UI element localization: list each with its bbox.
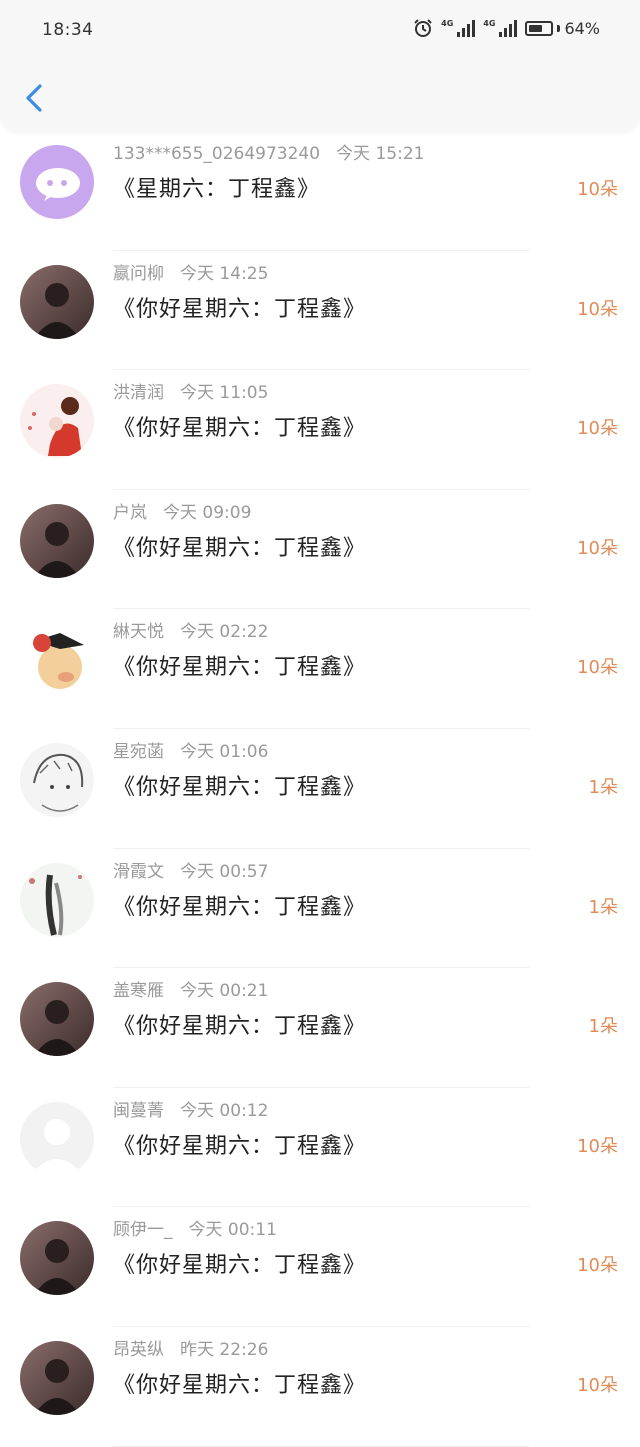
message-text: 《你好星期六：丁程鑫》 <box>113 1133 367 1159</box>
avatar[interactable] <box>20 145 94 219</box>
sender-name: 滑霞文 <box>113 861 164 882</box>
status-time: 18:34 <box>42 20 94 40</box>
flower-count: 10朵 <box>577 1374 618 1396</box>
flower-count: 10朵 <box>577 418 618 440</box>
list-item[interactable]: 顾伊一_ 今天 00:11 《你好星期六：丁程鑫》 10朵 <box>0 1207 640 1327</box>
message-text: 《你好星期六：丁程鑫》 <box>113 535 367 561</box>
sender-name: 133***655_0264973240 <box>113 144 321 164</box>
flower-count: 10朵 <box>577 179 618 200</box>
item-meta: 星宛菡 今天 01:06 <box>113 737 268 762</box>
sender-name: 盖寒雁 <box>113 981 164 1002</box>
avatar[interactable] <box>20 503 94 578</box>
item-meta: 滑霞文 今天 00:57 <box>113 857 268 882</box>
avatar[interactable] <box>20 1221 94 1296</box>
sender-name: 昂英纵 <box>113 1339 164 1360</box>
timestamp: 今天 15:21 <box>336 144 425 164</box>
list-item[interactable]: 洪清润 今天 11:05 《你好星期六：丁程鑫》 10朵 <box>0 370 640 490</box>
item-meta: 昂英纵 昨天 22:26 <box>113 1335 268 1360</box>
status-icons: 4G 4G 64% <box>413 18 600 38</box>
avatar[interactable] <box>20 742 94 817</box>
top-nav-bar <box>0 62 640 132</box>
message-text: 《星期六：丁程鑫》 <box>113 177 321 202</box>
list-item[interactable]: 133***655_0264973240 今天 15:21 《星期六：丁程鑫》 10朵 <box>0 131 640 251</box>
avatar[interactable] <box>20 264 94 339</box>
message-text: 《你好星期六：丁程鑫》 <box>113 774 367 800</box>
item-meta: 户岚 今天 09:09 <box>113 498 251 523</box>
network-type-2: 4G <box>483 18 496 28</box>
signal-icon: 4G <box>441 18 476 37</box>
flower-count: 10朵 <box>577 1135 618 1157</box>
avatar[interactable] <box>20 384 94 459</box>
list-item[interactable]: 星宛菡 今天 01:06 《你好星期六：丁程鑫》 1朵 <box>0 729 640 849</box>
flower-count: 10朵 <box>577 1255 618 1277</box>
timestamp: 今天 00:12 <box>180 1100 269 1121</box>
timestamp: 今天 01:06 <box>180 741 269 762</box>
divider <box>113 1445 530 1447</box>
timestamp: 今天 02:22 <box>180 622 269 643</box>
sender-name: 闽蔓菁 <box>113 1100 164 1121</box>
flower-count: 1朵 <box>588 896 618 918</box>
timestamp: 今天 00:57 <box>180 861 269 882</box>
sender-name: 洪清润 <box>113 383 164 404</box>
sender-name: 綝天悦 <box>113 622 164 643</box>
message-text: 《你好星期六：丁程鑫》 <box>113 894 367 920</box>
list-item[interactable]: 綝天悦 今天 02:22 《你好星期六：丁程鑫》 10朵 <box>0 609 640 729</box>
battery-indicator: 64% <box>525 19 600 38</box>
list-item[interactable]: 滑霞文 今天 00:57 《你好星期六：丁程鑫》 1朵 <box>0 849 640 969</box>
timestamp: 今天 00:21 <box>180 981 269 1002</box>
flower-count: 10朵 <box>577 298 618 320</box>
list-item[interactable]: 盖寒雁 今天 00:21 《你好星期六：丁程鑫》 1朵 <box>0 968 640 1088</box>
sender-name: 星宛菡 <box>113 741 164 762</box>
avatar[interactable] <box>20 1101 94 1176</box>
flower-count: 10朵 <box>577 657 618 679</box>
flower-count: 1朵 <box>588 776 618 798</box>
list-item[interactable]: 嬴问柳 今天 14:25 《你好星期六：丁程鑫》 10朵 <box>0 251 640 371</box>
sender-name: 嬴问柳 <box>113 263 164 284</box>
timestamp: 今天 11:05 <box>180 383 269 404</box>
signal-icon-2: 4G <box>483 18 518 37</box>
message-text: 《你好星期六：丁程鑫》 <box>113 1253 367 1279</box>
timestamp: 今天 00:11 <box>188 1220 277 1241</box>
battery-icon <box>525 20 554 36</box>
list-item[interactable]: 闽蔓菁 今天 00:12 《你好星期六：丁程鑫》 10朵 <box>0 1088 640 1208</box>
message-text: 《你好星期六：丁程鑫》 <box>113 655 367 681</box>
item-meta: 嬴问柳 今天 14:25 <box>113 259 268 284</box>
avatar[interactable] <box>20 982 94 1057</box>
item-meta: 洪清润 今天 11:05 <box>113 378 268 403</box>
timestamp: 今天 14:25 <box>180 263 269 284</box>
chevron-left-icon[interactable] <box>20 80 50 116</box>
item-meta: 綝天悦 今天 02:22 <box>113 617 268 642</box>
sender-name: 顾伊一_ <box>113 1220 173 1241</box>
message-text: 《你好星期六：丁程鑫》 <box>113 296 367 322</box>
message-text: 《你好星期六：丁程鑫》 <box>113 416 367 442</box>
item-meta: 盖寒雁 今天 00:21 <box>113 976 268 1001</box>
sender-name: 户岚 <box>113 502 147 523</box>
avatar[interactable] <box>20 1340 94 1415</box>
timestamp: 昨天 22:26 <box>180 1339 269 1360</box>
item-meta: 133***655_0264973240 今天 15:21 <box>113 139 424 164</box>
message-text: 《你好星期六：丁程鑫》 <box>113 1014 367 1040</box>
list-item[interactable]: 昂英纵 昨天 22:26 《你好星期六：丁程鑫》 10朵 <box>0 1327 640 1447</box>
flower-count: 10朵 <box>577 537 618 559</box>
avatar[interactable] <box>20 623 94 698</box>
battery-percent: 64% <box>564 18 600 38</box>
flower-count: 1朵 <box>588 1016 618 1038</box>
timestamp: 今天 09:09 <box>163 502 252 523</box>
avatar[interactable] <box>20 862 94 937</box>
alarm-icon <box>414 19 432 37</box>
message-list: 133***655_0264973240 今天 15:21 《星期六：丁程鑫》 10朵… <box>0 131 640 1447</box>
network-type-1: 4G <box>441 18 454 28</box>
item-meta: 顾伊一_ 今天 00:11 <box>113 1215 277 1240</box>
message-text: 《你好星期六：丁程鑫》 <box>113 1372 367 1398</box>
item-meta: 闽蔓菁 今天 00:12 <box>113 1096 268 1121</box>
list-item[interactable]: 户岚 今天 09:09 《你好星期六：丁程鑫》 10朵 <box>0 490 640 610</box>
status-bar: 18:34 4G 4G 64% <box>0 0 640 62</box>
